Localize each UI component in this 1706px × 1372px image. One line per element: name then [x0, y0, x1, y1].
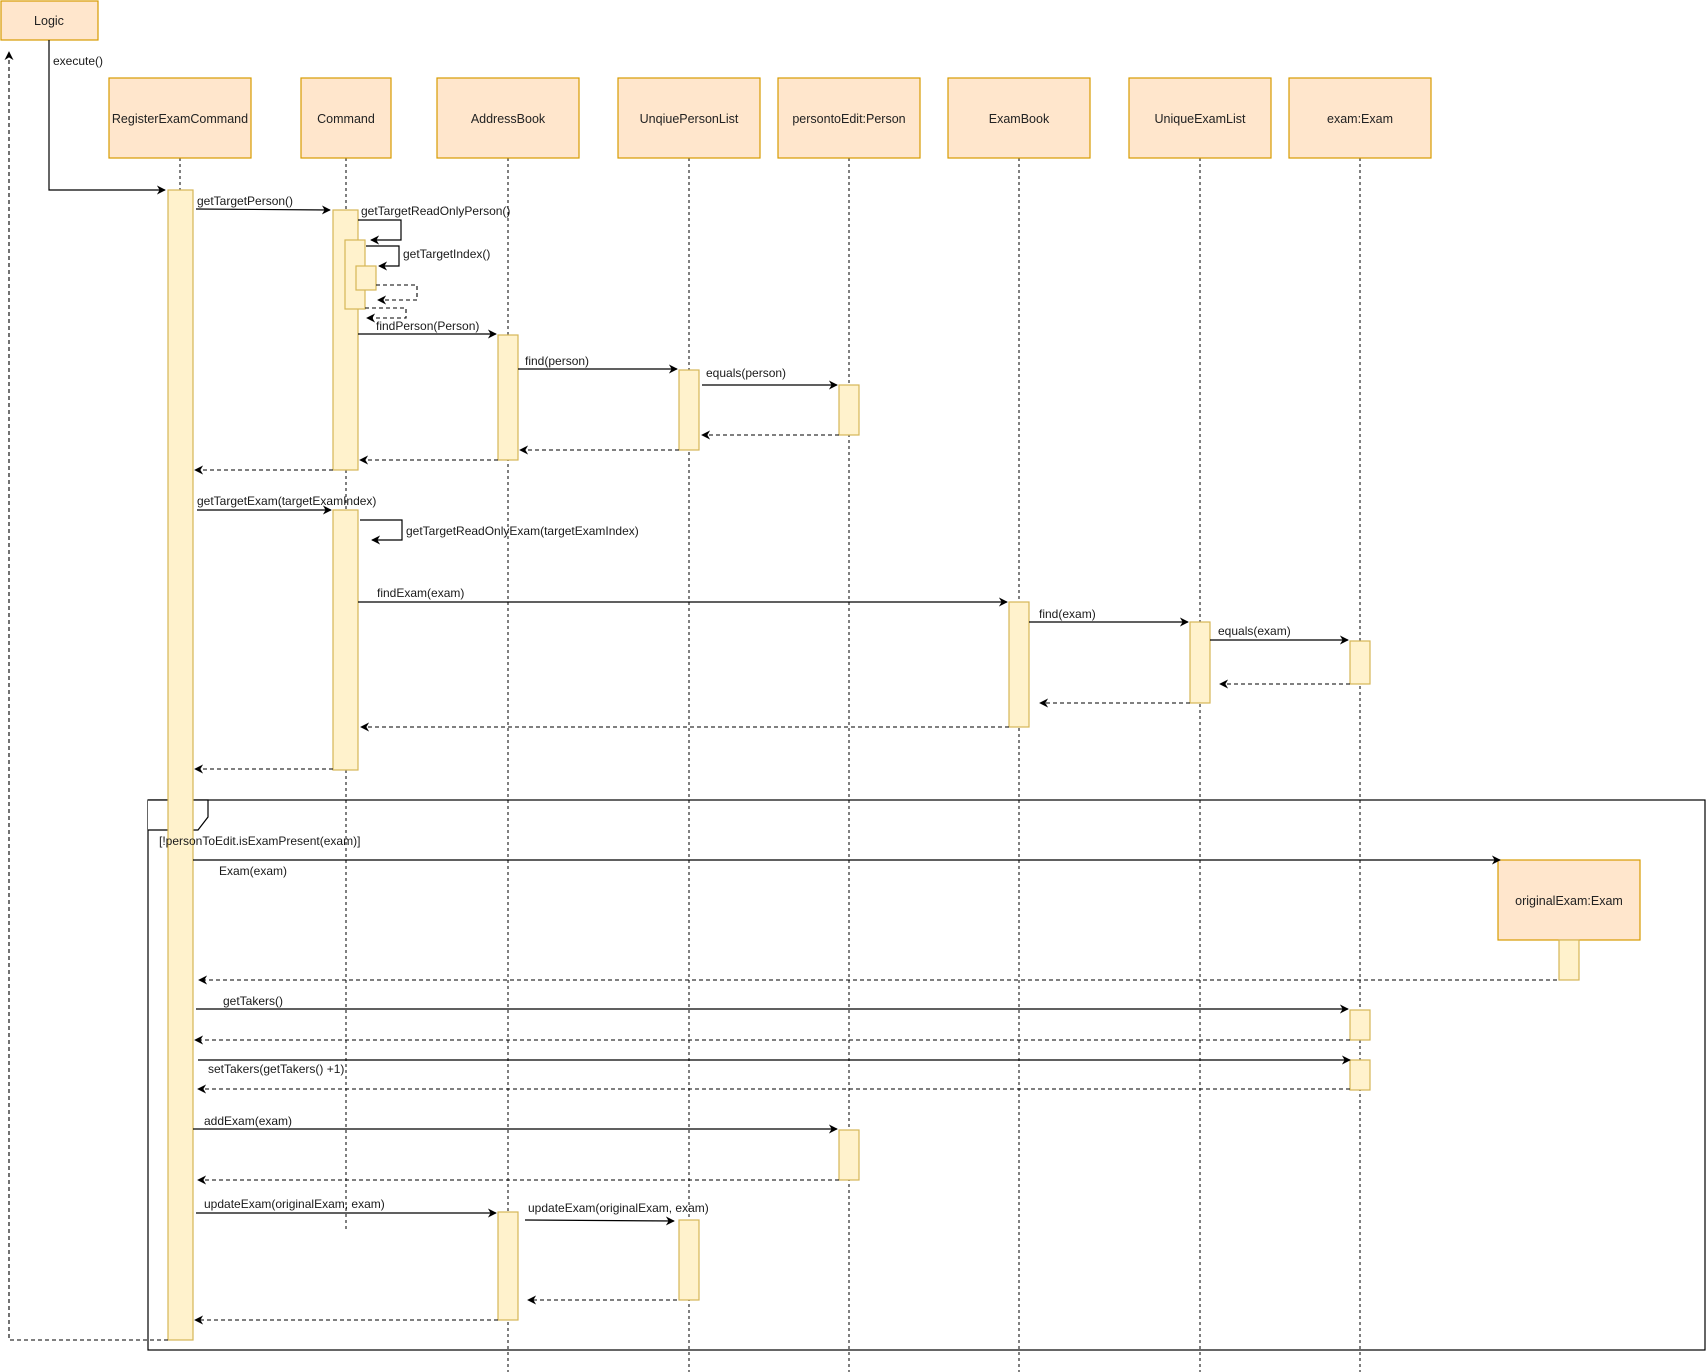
alt-fragment: ALT [147, 799, 1706, 1351]
participant-upl: UnqiuePersonList [617, 77, 761, 159]
label-find-exam: findExam(exam) [377, 586, 464, 600]
activation-pte-2 [838, 1129, 860, 1181]
participant-eb: ExamBook [947, 77, 1091, 159]
participant-ab-label: AddressBook [471, 112, 546, 126]
participant-pte-label: persontoEdit:Person [792, 112, 905, 126]
activation-rec [167, 189, 194, 1341]
participant-original-exam: originalExam:Exam [1497, 859, 1641, 941]
label-set-takers: setTakers(getTakers() +1) [208, 1062, 344, 1076]
activation-ex-1 [1349, 640, 1371, 685]
label-find-exam-list: find(exam) [1039, 607, 1096, 621]
activation-eb [1008, 601, 1030, 728]
activation-uel [1189, 621, 1211, 704]
activation-upl-1 [678, 369, 700, 451]
label-update-exam-list: updateExam(originalExam, exam) [528, 1201, 709, 1215]
message-labels: execute() getTargetPerson() getTargetRea… [53, 54, 1291, 1215]
return-get-target-read-only-person [365, 307, 407, 323]
activation-ab-2 [497, 1211, 519, 1321]
activation-ex-3 [1349, 1059, 1371, 1091]
activation-cmd-nested-2 [355, 265, 377, 291]
activations [167, 189, 1580, 1341]
participant-upl-label: UnqiuePersonList [640, 112, 739, 126]
participant-ex: exam:Exam [1288, 77, 1432, 159]
participant-ex-label: exam:Exam [1327, 112, 1393, 126]
label-find-person-list: find(person) [525, 354, 589, 368]
return-get-target-index [376, 284, 418, 305]
activation-original-exam [1558, 939, 1580, 981]
label-get-target-exam: getTargetExam(targetExamIndex) [197, 494, 376, 508]
return-execute [4, 51, 168, 1341]
label-get-target-person: getTargetPerson() [197, 194, 293, 208]
activation-pte-1 [838, 384, 860, 436]
label-get-target-read-only-exam: getTargetReadOnlyExam(targetExamIndex) [406, 524, 639, 538]
label-add-exam: addExam(exam) [204, 1114, 292, 1128]
arrow-get-target-person [195, 205, 331, 215]
label-get-target-read-only-person: getTargetReadOnlyPerson() [361, 204, 510, 218]
activation-ab-1 [497, 334, 519, 461]
label-find-person: findPerson(Person) [376, 319, 479, 333]
arrow-get-target-read-only-exam [360, 519, 403, 545]
alt-guard-label: [!personToEdit.isExamPresent(exam)] [159, 834, 360, 848]
sequence-diagram: Logic RegisterExamCommand Command Addres… [0, 0, 1706, 1372]
label-create-exam: Exam(exam) [219, 864, 287, 878]
label-update-exam: updateExam(originalExam, exam) [204, 1197, 385, 1211]
label-equals-person: equals(person) [706, 366, 786, 380]
activation-upl-2 [678, 1219, 700, 1301]
participant-cmd: Command [300, 77, 392, 159]
participant-uel: UniqueExamList [1128, 77, 1272, 159]
participant-pte: persontoEdit:Person [777, 77, 921, 159]
activation-cmd-2 [332, 509, 359, 771]
participant-logic: Logic [0, 0, 99, 41]
arrow-get-target-read-only-person [358, 219, 402, 245]
return-arrows [4, 51, 1557, 1341]
label-get-target-index: getTargetIndex() [403, 247, 490, 261]
participant-rec: RegisterExamCommand [108, 77, 252, 159]
participant-eb-label: ExamBook [989, 112, 1050, 126]
arrow-update-exam-list [524, 1216, 675, 1226]
participant-ab: AddressBook [436, 77, 580, 159]
participant-cmd-label: Command [317, 112, 375, 126]
participant-original-exam-label: originalExam:Exam [1515, 894, 1623, 908]
participants: RegisterExamCommand Command AddressBook … [108, 77, 1641, 941]
participant-uel-label: UniqueExamList [1154, 112, 1246, 126]
activation-ex-2 [1349, 1009, 1371, 1041]
participant-rec-label: RegisterExamCommand [112, 112, 248, 126]
label-get-takers: getTakers() [223, 994, 283, 1008]
label-execute: execute() [53, 54, 103, 68]
label-equals-exam: equals(exam) [1218, 624, 1291, 638]
participant-logic-label: Logic [34, 14, 64, 28]
arrow-get-target-index [366, 245, 400, 271]
